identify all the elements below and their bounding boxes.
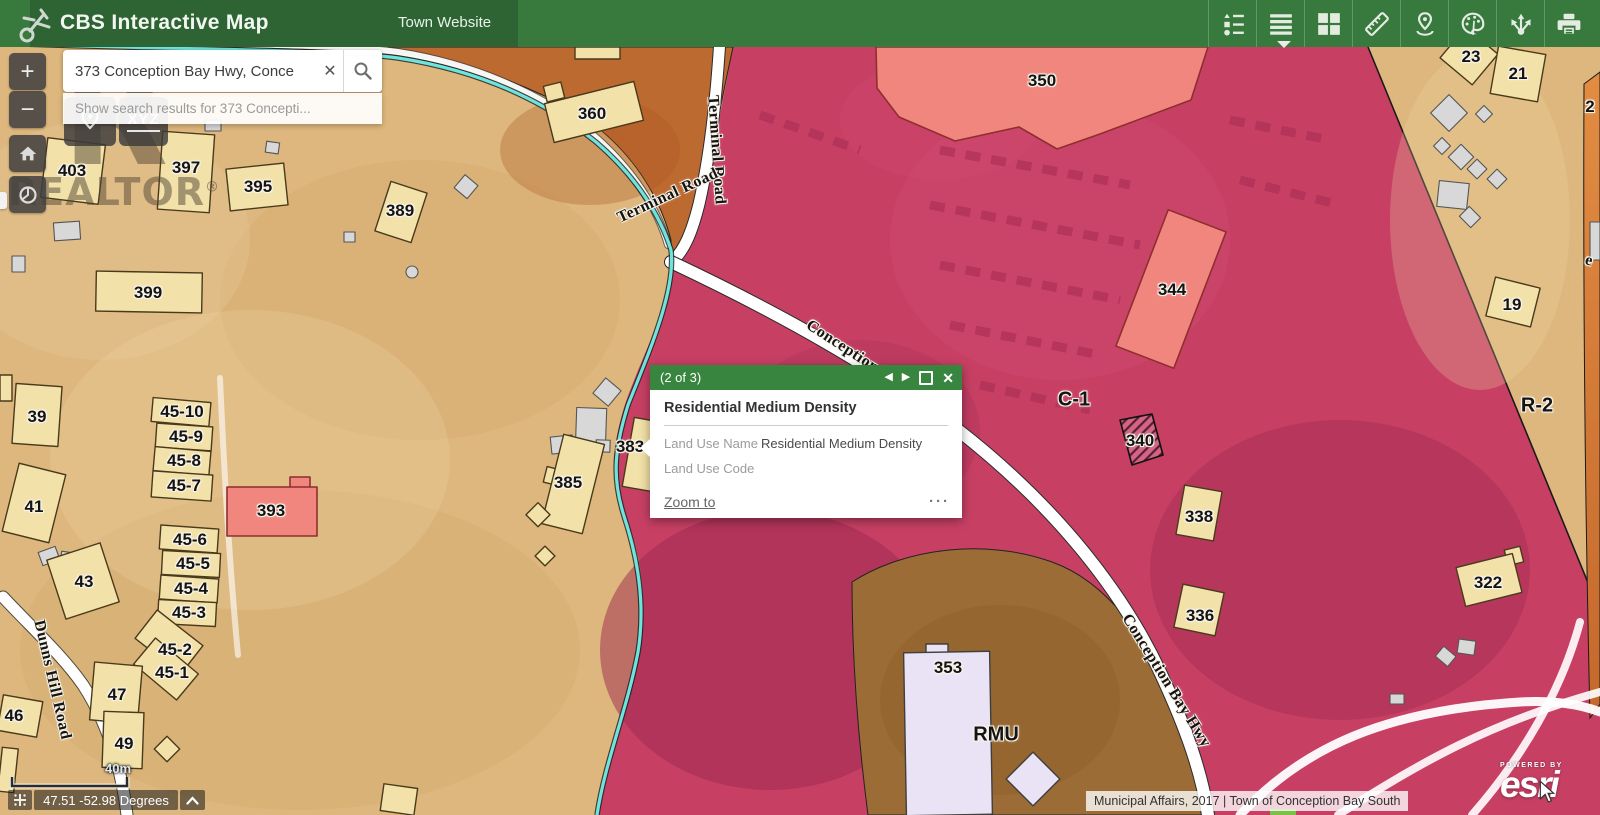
legend-icon[interactable] <box>1208 0 1256 47</box>
page-title: CBS Interactive Map <box>60 11 269 35</box>
town-website-link[interactable]: Town Website <box>398 14 491 31</box>
popup-prev-icon[interactable]: ◀ <box>884 372 892 383</box>
app-header: CBS Interactive Map Town Website <box>0 0 1600 47</box>
search-input[interactable] <box>63 50 317 92</box>
recenter-button[interactable] <box>9 176 46 213</box>
coordinate-widget: 47.51 -52.98 Degrees <box>8 790 205 810</box>
cbs-interactive-map-app: 4033973953893993603503443403941434749464… <box>0 0 1600 815</box>
minus-icon: − <box>20 98 34 122</box>
zoom-to-link[interactable]: Zoom to <box>664 494 715 510</box>
near-me-icon[interactable] <box>1400 0 1448 47</box>
active-tool-caret <box>1277 41 1291 48</box>
panel-edge-handle[interactable] <box>0 192 7 209</box>
field-label: Land Use Name <box>664 436 761 451</box>
scale-label: 40m <box>105 761 131 776</box>
search-box: ✕ <box>63 50 382 92</box>
coordinates-readout: 47.51 -52.98 Degrees <box>34 790 178 810</box>
share-icon[interactable] <box>1496 0 1544 47</box>
field-value: Residential Medium Density <box>761 436 922 451</box>
header-toolbar <box>1208 0 1592 47</box>
popup-footer: Zoom to ··· <box>664 493 950 510</box>
plus-icon: + <box>20 60 34 84</box>
feature-popup: (2 of 3) ◀ ▶ ✕ Residential Medium Densit… <box>650 365 962 518</box>
draw-icon[interactable] <box>1448 0 1496 47</box>
zoom-in-button[interactable]: + <box>9 53 46 90</box>
home-extent-button[interactable] <box>9 135 46 172</box>
attribution-bar: Municipal Affairs, 2017 | Town of Concep… <box>1086 791 1408 811</box>
mouse-coords-icon[interactable] <box>8 790 32 810</box>
measure-icon[interactable] <box>1352 0 1400 47</box>
layer-list-icon[interactable] <box>1256 0 1304 47</box>
scale-bar <box>10 775 130 789</box>
search-icon <box>353 61 373 81</box>
popup-next-icon[interactable]: ▶ <box>902 372 910 383</box>
search-widget: ✕ Show search results for 373 Concepti..… <box>63 50 382 124</box>
coords-expand-button[interactable] <box>180 790 205 810</box>
basemap-gallery-icon[interactable] <box>1304 0 1352 47</box>
home-icon <box>17 143 39 165</box>
popup-body: Residential Medium Density Land Use Name… <box>650 390 962 518</box>
search-button[interactable] <box>343 50 382 92</box>
popup-field-row: Land Use Name Residential Medium Density <box>664 436 948 451</box>
search-suggestion[interactable]: Show search results for 373 Concepti... <box>63 93 382 124</box>
zoom-out-button[interactable]: − <box>9 91 46 128</box>
mouse-cursor <box>1538 780 1556 804</box>
field-label: Land Use Code <box>664 461 761 476</box>
popup-title: Residential Medium Density <box>664 400 948 426</box>
popup-anchor <box>640 439 650 457</box>
search-clear-icon[interactable]: ✕ <box>317 50 343 92</box>
town-logo-icon <box>14 4 56 44</box>
popup-maximize-icon[interactable] <box>919 371 933 385</box>
compass-circle-icon <box>17 184 39 206</box>
more-options-icon[interactable]: ··· <box>929 493 950 510</box>
popup-pagination: (2 of 3) <box>660 370 701 385</box>
print-icon[interactable] <box>1544 0 1592 47</box>
popup-close-icon[interactable]: ✕ <box>942 371 954 385</box>
popup-field-row: Land Use Code <box>664 461 948 476</box>
popup-header[interactable]: (2 of 3) ◀ ▶ ✕ <box>650 365 962 390</box>
